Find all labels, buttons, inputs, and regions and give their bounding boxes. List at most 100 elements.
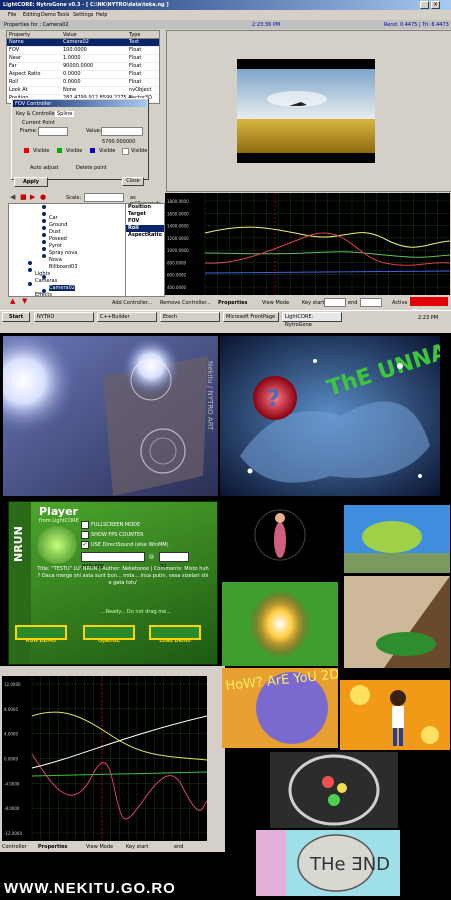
curve-graph-2[interactable]: 12.0000 8.0000 4.0000 0.0000 -4.0000 -8.0000 -… bbox=[2, 676, 207, 841]
channel-white[interactable] bbox=[122, 148, 129, 155]
properties-grid[interactable]: Property Value Type Name Camera02 Text FOV 1… bbox=[6, 30, 160, 104]
stop-icon[interactable]: ■ bbox=[20, 193, 27, 201]
tree-bullet-icon bbox=[42, 275, 46, 279]
fps-checkbox[interactable] bbox=[81, 531, 89, 539]
property-row[interactable]: FOV 100.0000 Float bbox=[7, 47, 159, 55]
remove-controller-button[interactable]: Remove Controller... bbox=[160, 300, 211, 306]
delete-point-button[interactable]: Delete point bbox=[76, 165, 107, 171]
directsound-checkbox[interactable]: ✓ bbox=[81, 541, 89, 549]
down-icon[interactable]: ▼ bbox=[22, 297, 27, 305]
tree-item[interactable]: Pyrot bbox=[9, 232, 125, 249]
menu-help[interactable]: Help bbox=[96, 12, 107, 18]
task-cbuilder[interactable]: C++Builder bbox=[97, 312, 157, 322]
curve-graph[interactable]: 1800.0000 1600.0000 1400.0000 1200.0000 1000… bbox=[165, 193, 450, 295]
property-row[interactable]: Look At None nvObject bbox=[7, 87, 159, 95]
task-etech[interactable]: Etech bbox=[160, 312, 220, 322]
demo-info: Title: "TESTU" LU' NRUN | Author: Neketo… bbox=[37, 566, 209, 586]
value-input[interactable]: 5700.000000 bbox=[101, 127, 143, 145]
record-icon[interactable]: ● bbox=[40, 193, 46, 201]
track-item[interactable]: FOV bbox=[126, 218, 164, 225]
graph2-view-mode[interactable]: View Mode bbox=[86, 844, 113, 850]
add-controller-button[interactable]: Add Controller... bbox=[112, 300, 152, 306]
tree-item[interactable]: Billboard03 bbox=[9, 253, 125, 270]
opengl-button[interactable]: OpenGL bbox=[83, 625, 135, 644]
menu-settings[interactable]: Settings bbox=[73, 12, 94, 18]
scene-tree[interactable]: Car Ground Dust Poseed Pyrot Spray nova Nova Bi… bbox=[8, 203, 126, 297]
track-item[interactable]: Target bbox=[126, 211, 164, 218]
ready-status: ...Ready... Do not drag me... bbox=[101, 609, 171, 615]
task-frontpage[interactable]: Microsoft FrontPage bbox=[223, 312, 279, 322]
channel-blue[interactable] bbox=[90, 148, 95, 153]
property-row[interactable]: Roll 0.0000 Float bbox=[7, 79, 159, 87]
apply-button[interactable]: Apply bbox=[14, 177, 48, 187]
task-lightcore[interactable]: LightCORE: NytroGone bbox=[282, 312, 342, 328]
rewind-icon[interactable]: ◀ bbox=[10, 193, 15, 201]
graph2-properties-button[interactable]: Properties bbox=[38, 844, 67, 850]
property-row[interactable]: Aspect Ratio 0.0000 Float bbox=[7, 71, 159, 79]
property-cell: Text bbox=[129, 39, 140, 45]
bpp-select[interactable]: 32 bbox=[159, 552, 189, 570]
track-item[interactable]: Roll bbox=[126, 225, 164, 232]
channel-white-label: Visible bbox=[131, 148, 148, 154]
property-row[interactable]: Near 1.0000 Float bbox=[7, 55, 159, 63]
resolution-select[interactable]: 800x600 bbox=[81, 552, 145, 570]
graph2-controller-label[interactable]: Controller bbox=[2, 844, 27, 850]
tab-spline[interactable]: Spline bbox=[55, 111, 75, 117]
theend-text: THe ƎND bbox=[309, 854, 390, 875]
tree-item[interactable]: Car bbox=[9, 204, 125, 221]
tree-item[interactable]: Camera02 bbox=[9, 274, 125, 291]
fire-render bbox=[222, 582, 338, 666]
tree-item[interactable]: Fur00 bbox=[9, 288, 125, 295]
properties-button[interactable]: Properties bbox=[218, 300, 247, 306]
tab-key-controller[interactable]: Key & Controller bbox=[16, 111, 57, 117]
fullscreen-checkbox[interactable] bbox=[81, 521, 89, 529]
play-icon[interactable]: ▶ bbox=[30, 193, 35, 201]
property-cell: Near bbox=[9, 55, 21, 61]
track-item[interactable]: AspectRatio bbox=[126, 232, 164, 239]
end-label: end bbox=[348, 300, 358, 306]
task-nytro[interactable]: NYTRO bbox=[34, 312, 94, 322]
player-title: Player bbox=[39, 505, 78, 518]
scale-input[interactable]: 10 bbox=[84, 193, 124, 211]
properties-header: Properties for : Camera02 bbox=[4, 22, 69, 28]
menu-editing[interactable]: Editing bbox=[23, 12, 40, 18]
property-row[interactable]: Name Camera02 Text bbox=[7, 39, 159, 47]
run-demo-button[interactable]: RUN DEMO bbox=[15, 625, 67, 644]
graph2-ylabel: -8.0000 bbox=[4, 806, 20, 811]
tree-item[interactable]: Poseed bbox=[9, 225, 125, 242]
tree-item[interactable]: Cameras bbox=[9, 267, 125, 284]
close-dialog-button[interactable]: Close bbox=[122, 177, 144, 186]
menu-demo[interactable]: Demo bbox=[41, 12, 56, 18]
key-start-input[interactable]: 0 bbox=[324, 298, 346, 316]
property-cell: 1.0000 bbox=[63, 55, 81, 61]
active-checkbox[interactable]: Active bbox=[392, 300, 407, 306]
view-mode-button[interactable]: View Mode bbox=[262, 300, 289, 306]
tree-item[interactable]: Dust bbox=[9, 218, 125, 235]
close-button[interactable]: × bbox=[431, 1, 440, 9]
load-demo-button[interactable]: Load Demo bbox=[149, 625, 201, 644]
end-input[interactable]: 1500 bbox=[360, 298, 382, 316]
graph2-ylabel: 12.0000 bbox=[4, 682, 21, 687]
menu-file[interactable]: File bbox=[8, 12, 16, 18]
channel-green[interactable] bbox=[57, 148, 62, 153]
site-footer[interactable]: WWW.NEKITU.GO.RO bbox=[4, 880, 176, 897]
channel-red[interactable] bbox=[24, 148, 29, 153]
tree-item[interactable]: Effects bbox=[9, 281, 125, 296]
tree-item[interactable]: Nova bbox=[9, 246, 125, 263]
vertical-signature: Nekitu / NYTRO ART bbox=[206, 361, 214, 431]
property-cell: FOV bbox=[9, 47, 20, 53]
menu-tools[interactable]: Tools bbox=[57, 12, 69, 18]
graph2-ylabel: -12.0000 bbox=[4, 831, 22, 836]
tree-item[interactable]: Lights bbox=[9, 260, 125, 277]
auto-adjust-check[interactable]: Auto adjust bbox=[30, 165, 59, 171]
tree-item[interactable]: Spray nova bbox=[9, 239, 125, 256]
property-row[interactable]: Far 90000.0000 Float bbox=[7, 63, 159, 71]
delete-icon[interactable]: ▲ bbox=[10, 297, 15, 305]
render-viewport[interactable] bbox=[166, 30, 451, 192]
tree-item[interactable]: Ground bbox=[9, 211, 125, 228]
frame-input[interactable] bbox=[38, 127, 68, 136]
minimize-button[interactable] bbox=[420, 1, 429, 9]
property-cell: Float bbox=[129, 79, 142, 85]
track-item[interactable]: Position bbox=[126, 204, 164, 211]
start-button[interactable]: Start bbox=[2, 312, 30, 322]
